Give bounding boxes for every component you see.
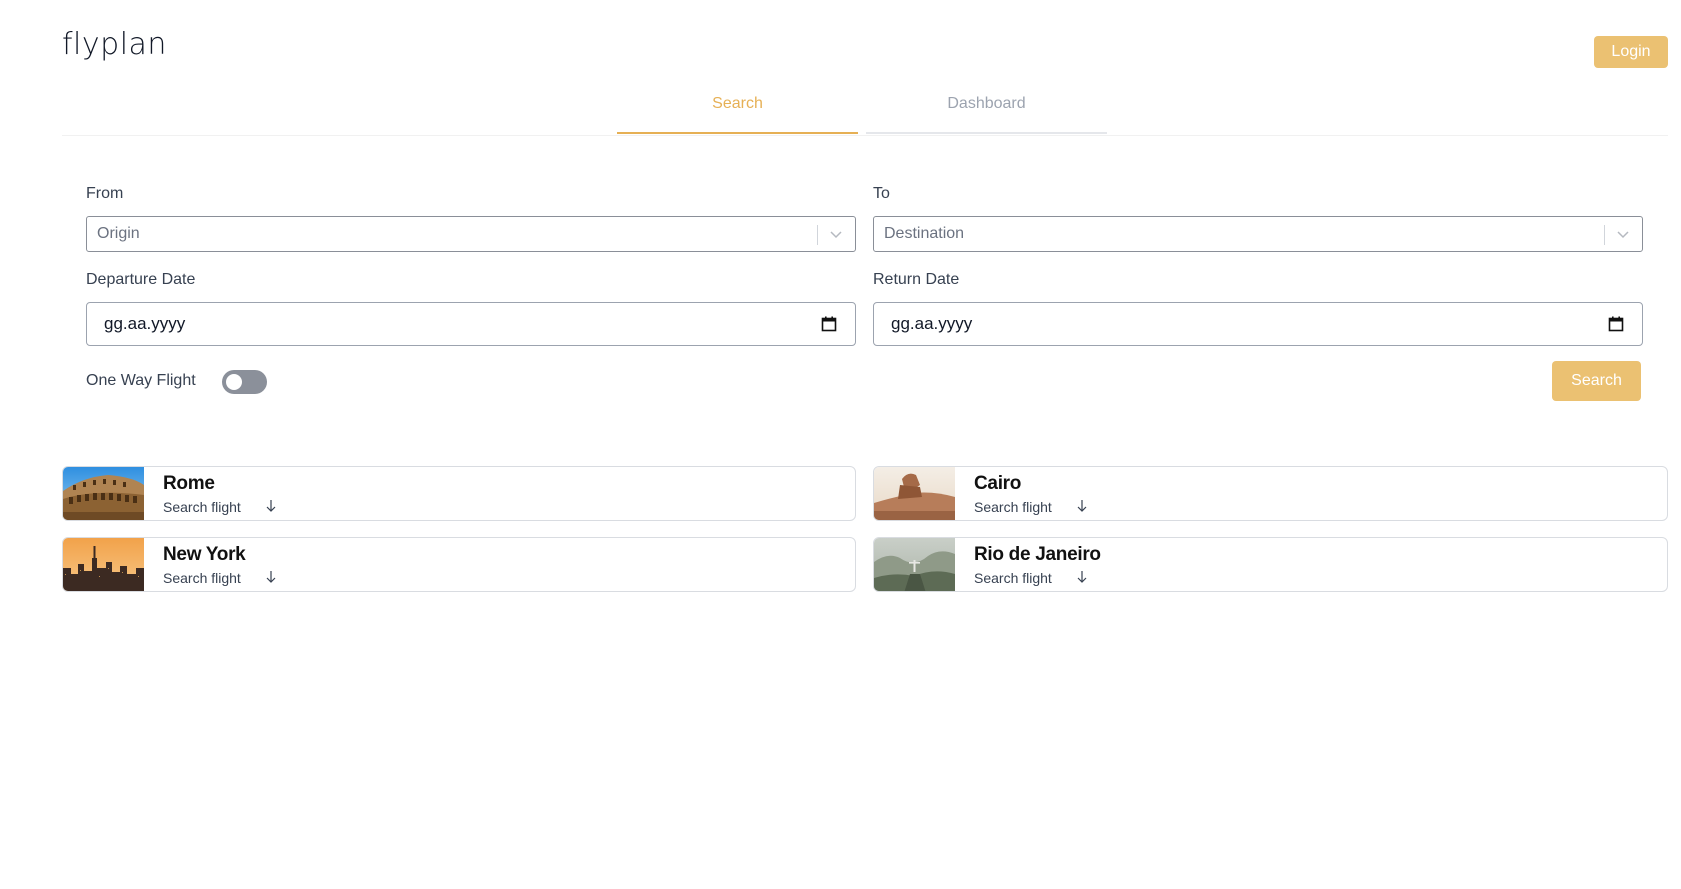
destination-card-rome[interactable]: Rome Search flight	[62, 466, 856, 521]
departure-date-value: gg.aa.yyyy	[104, 314, 186, 333]
select-separator	[1604, 225, 1605, 245]
rio-christ-redeemer-image	[874, 538, 955, 591]
departure-date-label: Departure Date	[86, 271, 196, 288]
card-city-name: Rio de Janeiro	[974, 544, 1101, 565]
toggle-knob	[226, 374, 242, 390]
flyplan-logo[interactable]: flyplan	[62, 27, 167, 62]
rome-colosseum-image	[63, 467, 144, 520]
destination-card-new-york[interactable]: New York Search flight	[62, 537, 856, 592]
calendar-icon[interactable]	[1608, 316, 1624, 332]
return-date-value: gg.aa.yyyy	[891, 314, 973, 333]
departure-date-input[interactable]: gg.aa.yyyy	[86, 302, 856, 346]
new-york-skyline-image	[63, 538, 144, 591]
tab-dashboard[interactable]: Dashboard	[866, 84, 1107, 134]
search-button[interactable]: Search	[1552, 361, 1641, 401]
arrow-down-icon	[1077, 571, 1087, 583]
origin-placeholder: Origin	[97, 225, 140, 242]
search-flight-link[interactable]: Search flight	[974, 499, 1052, 515]
destination-placeholder: Destination	[884, 225, 965, 242]
login-button[interactable]: Login	[1594, 36, 1668, 68]
chevron-down-icon[interactable]	[827, 223, 845, 245]
calendar-icon[interactable]	[821, 316, 837, 332]
search-flight-link[interactable]: Search flight	[163, 499, 241, 515]
destination-card-cairo[interactable]: Cairo Search flight	[873, 466, 1668, 521]
destination-select[interactable]: Destination	[873, 216, 1643, 252]
arrow-down-icon	[1077, 500, 1087, 512]
one-way-label: One Way Flight	[86, 372, 196, 389]
search-flight-link[interactable]: Search flight	[974, 570, 1052, 586]
arrow-down-icon	[266, 571, 276, 583]
return-date-label: Return Date	[873, 271, 960, 288]
to-label: To	[873, 185, 890, 202]
cairo-sphinx-image	[874, 467, 955, 520]
main-tabs: Search Dashboard	[62, 84, 1668, 136]
card-city-name: Cairo	[974, 473, 1022, 494]
chevron-down-icon[interactable]	[1614, 223, 1632, 245]
arrow-down-icon	[266, 500, 276, 512]
origin-select[interactable]: Origin	[86, 216, 856, 252]
return-date-input[interactable]: gg.aa.yyyy	[873, 302, 1643, 346]
search-flight-link[interactable]: Search flight	[163, 570, 241, 586]
header: flyplan Login	[0, 0, 1681, 80]
card-city-name: Rome	[163, 473, 215, 494]
one-way-toggle[interactable]	[222, 370, 267, 394]
tab-search[interactable]: Search	[617, 84, 858, 134]
card-city-name: New York	[163, 544, 246, 565]
from-label: From	[86, 185, 124, 202]
destination-card-rio-de-janeiro[interactable]: Rio de Janeiro Search flight	[873, 537, 1668, 592]
select-separator	[817, 225, 818, 245]
